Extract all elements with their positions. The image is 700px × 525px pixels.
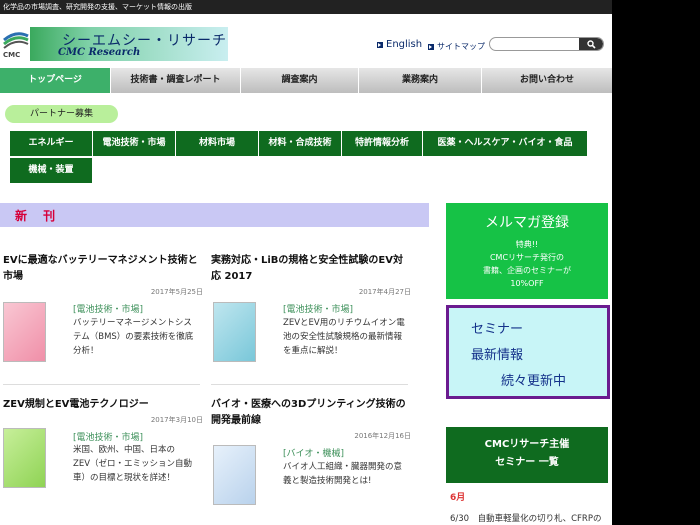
nav-research-guide[interactable]: 調査案内 <box>241 68 359 93</box>
book-cover-image[interactable] <box>3 302 46 362</box>
article-card[interactable]: ZEV規制とEV電池テクノロジー 2017年3月10日 <box>3 397 203 425</box>
english-link[interactable]: English <box>377 39 422 50</box>
page: 化学品の市場調査、研究開発の支援、マーケット情報の出版 CMC シーエムシー・リ… <box>0 0 612 525</box>
sitemap-link[interactable]: サイトマップ <box>428 41 485 52</box>
seminar-news-banner[interactable]: セミナー 最新情報 続々更新中 <box>446 305 610 399</box>
category-battery[interactable]: 電池技術・市場 <box>93 131 175 156</box>
divider <box>3 384 200 385</box>
article-category[interactable]: [電池技術・市場] <box>283 302 353 315</box>
seminar-line: セミナー <box>471 322 524 337</box>
article-description: バッテリーマネージメントシス テム（BMS）の要素技術を徹底 分析！ <box>73 318 194 356</box>
seminar-month: 6月 <box>450 493 466 503</box>
tagline: 化学品の市場調査、研究開発の支援、マーケット情報の出版 <box>3 3 192 11</box>
article-title[interactable]: ZEV規制とEV電池テクノロジー <box>3 397 203 413</box>
article-category[interactable]: [電池技術・市場] <box>73 430 143 443</box>
logo-english: CMC Research <box>58 47 141 58</box>
book-cover-image[interactable] <box>213 445 256 505</box>
partner-recruit-button[interactable]: パートナー募集 <box>5 105 118 123</box>
category-machinery[interactable]: 機械・装置 <box>10 158 92 183</box>
article-title[interactable]: 実務対応・LiBの規格と安全性試験のEV対応 2017 <box>211 253 411 285</box>
article-category[interactable]: [電池技術・市場] <box>73 302 143 315</box>
nav-books-reports[interactable]: 技術書・調査レポート <box>111 68 241 93</box>
search-box <box>489 37 604 51</box>
english-link-label: English <box>386 39 423 50</box>
article-description: バイオ人工組織・臓器開発の意 義と製造技術開発とは! <box>283 462 403 486</box>
nav-contact[interactable]: お問い合わせ <box>482 68 612 93</box>
outside-area <box>612 0 700 525</box>
article-title[interactable]: EVに最適なバッテリーマネジメント技術と 市場 <box>3 253 203 285</box>
nav-services[interactable]: 業務案内 <box>359 68 482 93</box>
category-materials-synthesis[interactable]: 材料・合成技術 <box>259 131 341 156</box>
article-title[interactable]: バイオ・医療への3Dプリンティング技術の 開発最前線 <box>211 397 411 429</box>
article-card[interactable]: バイオ・医療への3Dプリンティング技術の 開発最前線 2016年12月16日 <box>211 397 411 441</box>
search-icon <box>587 40 596 49</box>
book-cover-image[interactable] <box>3 428 46 488</box>
category-patent[interactable]: 特許情報分析 <box>342 131 422 156</box>
cmc-logo-icon[interactable]: CMC <box>2 26 30 60</box>
arrow-bullet-icon <box>428 43 434 50</box>
svg-text:CMC: CMC <box>3 51 20 59</box>
seminar-line: 続々更新中 <box>501 374 567 389</box>
article-date: 2017年4月27日 <box>358 288 411 296</box>
arrow-bullet-icon <box>377 41 383 48</box>
nav-top-page[interactable]: トップページ <box>0 68 111 93</box>
article-card[interactable]: EVに最適なバッテリーマネジメント技術と 市場 2017年5月25日 <box>3 253 203 297</box>
category-medical-bio-food[interactable]: 医薬・ヘルスケア・バイオ・食品 <box>423 131 587 156</box>
search-input[interactable] <box>496 39 578 49</box>
new-releases-title: 新 刊 <box>15 209 62 223</box>
main-nav: トップページ 技術書・調査レポート 調査案内 業務案内 お問い合わせ <box>0 68 612 93</box>
tagline-bar: 化学品の市場調査、研究開発の支援、マーケット情報の出版 <box>0 0 612 14</box>
sitemap-link-label: サイトマップ <box>437 42 485 51</box>
new-releases-header: 新 刊 <box>0 203 429 227</box>
divider <box>211 384 408 385</box>
mailmag-description: 特典!! CMCリサーチ発行の 書籍、企画のセミナーが 10%OFF <box>483 240 571 288</box>
article-category[interactable]: [バイオ・機械] <box>283 446 344 459</box>
article-card[interactable]: 実務対応・LiBの規格と安全性試験のEV対応 2017 2017年4月27日 <box>211 253 411 297</box>
seminar-list-item[interactable]: 6/30 自動車軽量化の切り札、CFRPの <box>450 512 601 524</box>
article-description: 米国、欧州、中国、日本の ZEV（ゼロ・エミッション自動 車）の目標と現状を詳述！ <box>73 445 193 483</box>
hosted-seminars-header[interactable]: CMCリサーチ主催 セミナー 一覧 <box>446 427 608 483</box>
mailmag-signup-banner[interactable]: メルマガ登録 特典!! CMCリサーチ発行の 書籍、企画のセミナーが 10%OF… <box>446 203 608 299</box>
mailmag-title: メルマガ登録 <box>485 215 569 231</box>
search-button[interactable] <box>579 38 603 50</box>
category-materials-market[interactable]: 材料市場 <box>176 131 258 156</box>
article-date: 2017年5月25日 <box>150 288 203 296</box>
article-date: 2016年12月16日 <box>354 432 411 440</box>
article-date: 2017年3月10日 <box>150 416 203 424</box>
book-cover-image[interactable] <box>213 302 256 362</box>
article-description: ZEVとEV用のリチウムイオン電 池の安全性試験規格の最新情報 を重点に解説！ <box>283 318 405 356</box>
category-energy[interactable]: エネルギー <box>10 131 92 156</box>
seminar-line: 最新情報 <box>471 348 524 363</box>
